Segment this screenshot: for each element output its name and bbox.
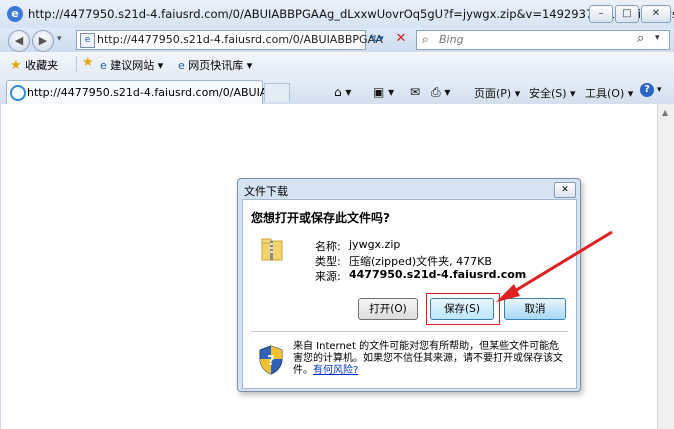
open-button[interactable]: 打开(O) xyxy=(358,298,418,320)
save-highlight-box xyxy=(426,293,500,325)
window-title: http://4477950.s21d-4.faiusrd.com/0/ABUI… xyxy=(28,7,674,21)
file-name: jywgx.zip xyxy=(349,238,401,251)
name-label: 名称: xyxy=(315,240,341,253)
tab-current[interactable]: http://4477950.s21d-4.faiusrd.com/0/ABUI… xyxy=(6,80,278,105)
type-label: 类型: xyxy=(315,255,341,268)
page-icon: e xyxy=(178,59,185,72)
address-input[interactable]: http://4477950.s21d-4.faiusrd.com/0/ABUI… xyxy=(97,33,383,46)
home-icon[interactable]: ⌂ ▾ xyxy=(334,85,351,99)
cancel-button[interactable]: 取消 xyxy=(504,298,566,320)
dialog-divider xyxy=(251,331,568,332)
security-warning: 来自 Internet 的文件可能对您有所帮助，但某些文件可能危害您的计算机。如… xyxy=(293,341,568,377)
tools-menu[interactable]: 工具(O) ▾ xyxy=(585,85,633,101)
back-arrow-icon: ◀ xyxy=(14,34,24,47)
dialog-title: 文件下载 xyxy=(244,185,288,198)
vertical-scrollbar[interactable]: ▲ xyxy=(657,104,674,429)
security-shield-icon: ? xyxy=(259,345,283,375)
divider xyxy=(76,56,77,72)
ie-logo-icon: e xyxy=(7,6,23,22)
back-button[interactable]: ◀ xyxy=(8,30,30,52)
help-dropdown-icon[interactable]: ▾ xyxy=(657,85,662,95)
suggested-sites-link[interactable]: e 建议网站 ▾ xyxy=(100,57,163,73)
svg-text:?: ? xyxy=(267,354,275,369)
stop-icon[interactable]: ✕ xyxy=(392,31,410,47)
dialog-body: 您想打开或保存此文件吗? 名称: jywgx.zip 类型: 压缩(zipped… xyxy=(242,199,577,389)
dialog-close-button[interactable]: ✕ xyxy=(554,182,576,198)
zip-folder-icon xyxy=(261,238,283,261)
search-dropdown-icon[interactable]: ▾ xyxy=(655,33,660,43)
search-input[interactable]: Bing xyxy=(439,33,464,46)
loading-icon xyxy=(10,85,26,101)
help-icon[interactable]: ? xyxy=(640,83,654,97)
star-icon: ★ xyxy=(10,58,22,73)
add-favorite-icon[interactable]: ★ xyxy=(82,55,94,70)
page-icon: e xyxy=(80,33,95,48)
mail-icon[interactable]: ✉ xyxy=(410,85,420,99)
file-source: 4477950.s21d-4.faiusrd.com xyxy=(349,268,527,281)
source-label: 来源: xyxy=(315,270,341,283)
feeds-icon[interactable]: ▣ ▾ xyxy=(373,85,394,99)
search-engine-icon: ⌕ xyxy=(422,32,429,46)
file-download-dialog: 文件下载 ✕ 您想打开或保存此文件吗? 名称: jywgx.zip 类型: 压缩… xyxy=(237,178,581,392)
web-slice-gallery-link[interactable]: e 网页快讯库 ▾ xyxy=(178,57,252,73)
page-icon: e xyxy=(100,59,107,72)
forward-button[interactable]: ▶ xyxy=(32,30,54,52)
print-icon[interactable]: ⎙ ▾ xyxy=(431,85,450,100)
file-type: 压缩(zipped)文件夹, 477KB xyxy=(349,255,492,268)
risk-link[interactable]: 有何风险? xyxy=(313,365,358,376)
refresh-icon[interactable]: ↯▾ xyxy=(369,32,384,45)
close-window-button[interactable]: ✕ xyxy=(641,5,671,23)
favorites-button[interactable]: ★ 收藏夹 xyxy=(10,57,58,73)
dialog-question: 您想打开或保存此文件吗? xyxy=(251,211,390,225)
search-box[interactable]: ⌕ Bing ⌕ ▾ xyxy=(416,30,670,50)
safety-menu[interactable]: 安全(S) ▾ xyxy=(529,85,576,101)
history-dropdown-icon[interactable]: ▾ xyxy=(57,34,62,44)
page-menu[interactable]: 页面(P) ▾ xyxy=(474,85,520,101)
suggested-sites-label: 建议网站 ▾ xyxy=(110,59,164,72)
address-bar[interactable]: e http://4477950.s21d-4.faiusrd.com/0/AB… xyxy=(76,30,383,50)
maximize-button[interactable]: □ xyxy=(615,5,639,23)
forward-arrow-icon: ▶ xyxy=(38,34,48,47)
tab-label: http://4477950.s21d-4.faiusrd.com/0/ABUI… xyxy=(27,86,278,99)
scroll-up-icon[interactable]: ▲ xyxy=(662,108,668,117)
web-slice-gallery-label: 网页快讯库 ▾ xyxy=(188,59,253,72)
favorites-label: 收藏夹 xyxy=(25,59,59,72)
search-icon[interactable]: ⌕ xyxy=(637,31,644,46)
minimize-button[interactable]: – xyxy=(589,5,613,23)
new-tab-button[interactable] xyxy=(264,83,290,102)
